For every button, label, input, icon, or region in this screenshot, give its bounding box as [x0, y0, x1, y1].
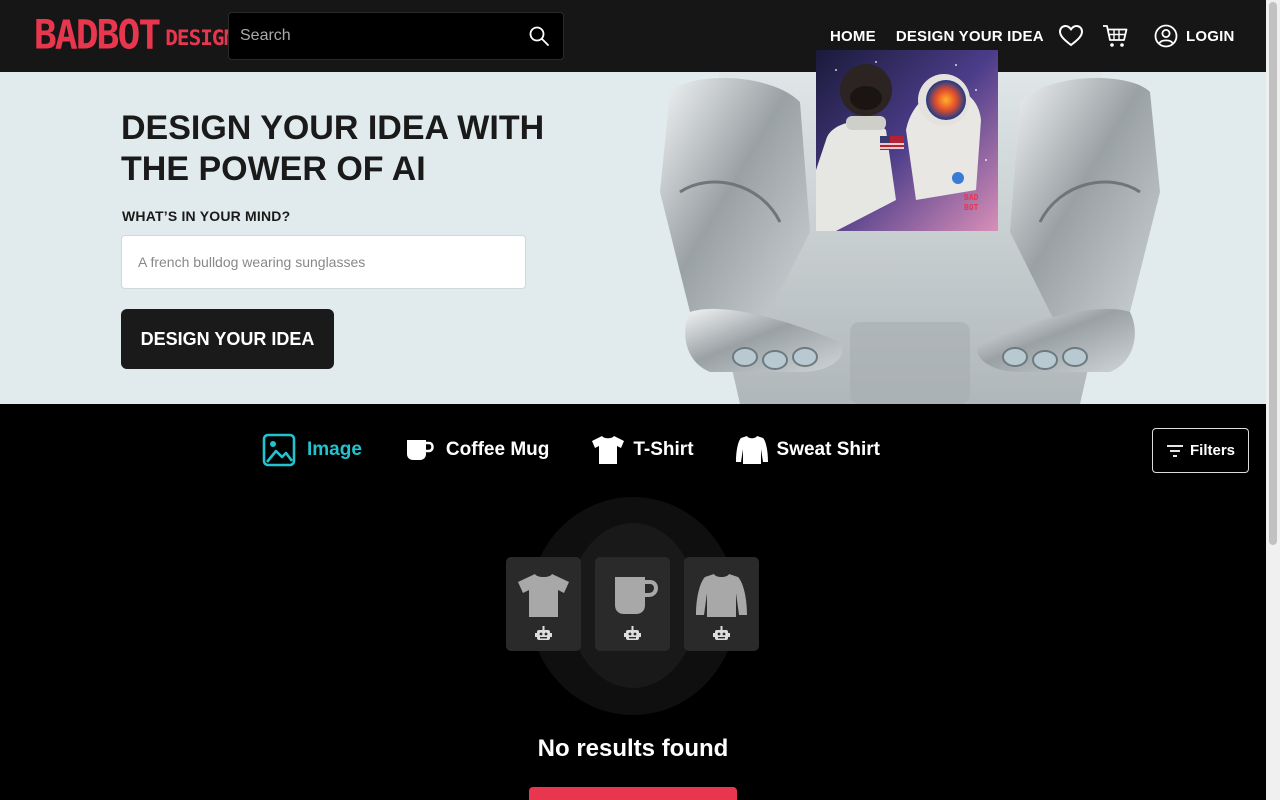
image-icon [262, 433, 296, 467]
svg-text:BOT: BOT [964, 203, 979, 212]
user-account-icon [1154, 24, 1178, 48]
tab-sweatshirt[interactable]: Sweat Shirt [735, 435, 880, 465]
wishlist-heart-icon[interactable] [1058, 23, 1084, 49]
featured-design-image: BAD BOT [816, 50, 998, 231]
filters-button[interactable]: Filters [1152, 428, 1249, 473]
design-your-idea-button[interactable]: DESIGN YOUR IDEA [121, 309, 334, 369]
empty-mug-card [595, 557, 670, 651]
tab-sweatshirt-label: Sweat Shirt [776, 439, 881, 460]
empty-tshirt-card [506, 557, 581, 651]
hero-title: DESIGN YOUR IDEA WITH THE POWER OF AI [121, 109, 545, 188]
robot-icon [535, 626, 552, 640]
filter-lines-icon [1166, 444, 1183, 457]
logo-wordmark: BADBOT [34, 11, 161, 59]
nav-design-link[interactable]: DESIGN YOUR IDEA [896, 28, 1044, 45]
mug-icon [615, 577, 659, 614]
prompt-input[interactable] [122, 236, 525, 288]
robot-icon [713, 626, 730, 640]
empty-state-action-button[interactable] [529, 787, 737, 800]
page-scrollbar[interactable] [1266, 0, 1280, 800]
prompt-label: WHAT’S IN YOUR MIND? [122, 208, 291, 224]
tab-coffee-mug[interactable]: Coffee Mug [406, 438, 549, 462]
tab-image-label: Image [307, 439, 362, 460]
product-type-tabs: Image Coffee Mug T-Shirt Sweat Shirt [262, 432, 880, 468]
login-label: LOGIN [1186, 27, 1235, 45]
tab-tshirt-label: T-Shirt [633, 439, 694, 460]
logo[interactable]: BADBOT DESIGN [34, 11, 236, 59]
top-navbar: BADBOT DESIGN HOME DESIGN YOUR IDEA LOGI… [0, 0, 1266, 72]
tab-coffee-mug-label: Coffee Mug [445, 439, 550, 460]
no-results-message: No results found [537, 735, 729, 762]
scrollbar-thumb[interactable] [1269, 2, 1277, 545]
prompt-input-box [121, 235, 526, 289]
tshirt-icon [518, 574, 569, 617]
sweatshirt-icon [696, 574, 747, 617]
tab-tshirt[interactable]: T-Shirt [591, 435, 694, 465]
search-icon[interactable] [529, 26, 549, 46]
robot-icon [624, 626, 641, 640]
cart-icon[interactable] [1102, 23, 1128, 49]
tab-image[interactable]: Image [262, 433, 362, 467]
search-box [228, 12, 564, 60]
logo-subtitle: DESIGN [165, 26, 236, 50]
nav-home-link[interactable]: HOME [830, 28, 876, 45]
login-link[interactable]: LOGIN [1154, 0, 1235, 72]
filters-label: Filters [1189, 442, 1235, 459]
empty-sweatshirt-card [684, 557, 759, 651]
sweatshirt-icon [735, 436, 768, 464]
hero-section: DESIGN YOUR IDEA WITH THE POWER OF AI WH… [0, 72, 1266, 404]
mug-icon [406, 440, 434, 460]
search-input[interactable] [229, 13, 519, 59]
tshirt-icon [592, 436, 625, 464]
svg-text:BAD: BAD [964, 193, 979, 202]
